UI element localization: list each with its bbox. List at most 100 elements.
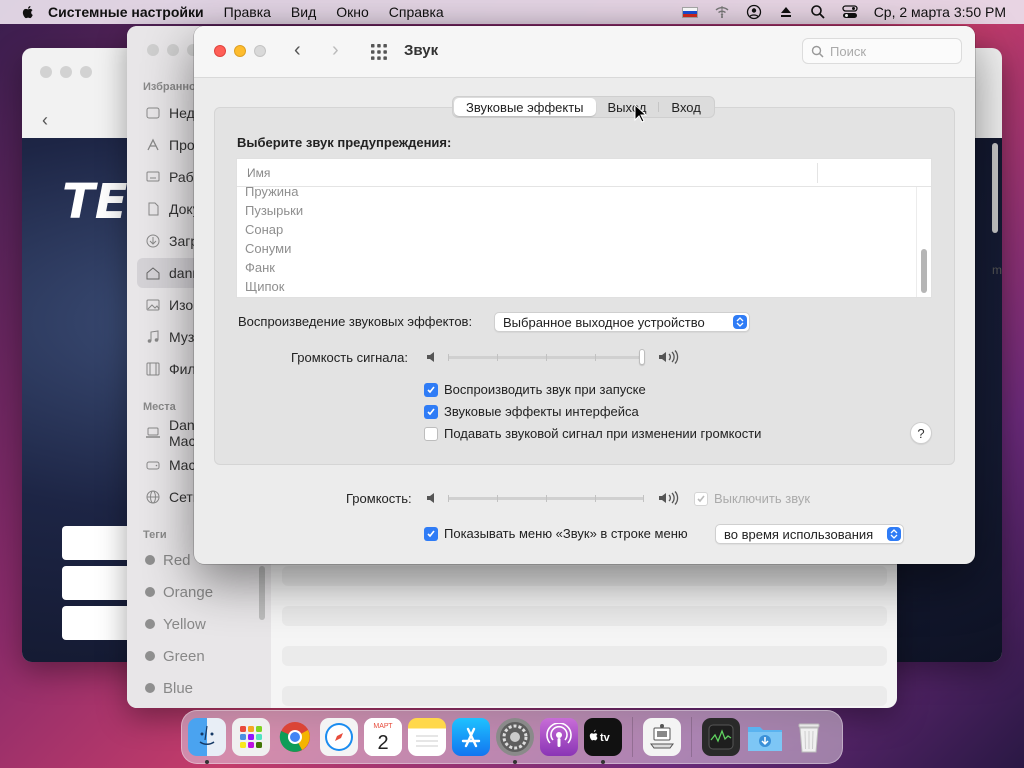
checkbox-checked-icon[interactable]	[424, 404, 438, 419]
list-header-label: Имя	[247, 165, 271, 180]
dock-calendar-icon[interactable]: МАРТ 2	[364, 718, 402, 756]
dock-app-store-icon[interactable]	[452, 718, 490, 756]
dock-downloads-folder-icon[interactable]	[746, 718, 784, 756]
slider-knob[interactable]	[639, 349, 645, 365]
bg-side-letter: m	[992, 263, 1002, 277]
sidebar-tag-blue[interactable]: Blue	[137, 673, 267, 703]
slider-tick	[497, 495, 498, 502]
list-scroll-track	[916, 187, 917, 297]
list-item[interactable]: Щипок	[237, 277, 931, 296]
tag-dot-icon	[145, 587, 155, 597]
list-item[interactable]: Фанк	[237, 258, 931, 277]
tab-output[interactable]: Выход	[596, 98, 659, 116]
sidebar-tag-green[interactable]: Green	[137, 641, 267, 671]
spotlight-search-icon[interactable]	[810, 4, 826, 20]
dock-apple-tv-icon[interactable]: tv	[584, 718, 622, 764]
back-chevron-icon[interactable]: ‹	[294, 40, 301, 60]
checkbox-label: Подавать звуковой сигнал при изменении г…	[444, 426, 762, 441]
menu-bar: Системные настройки Правка Вид Окно Спра…	[0, 0, 1024, 24]
menu-app-name[interactable]: Системные настройки	[48, 4, 204, 20]
zoom-window-button[interactable]	[254, 45, 266, 57]
list-header-name[interactable]: Имя	[237, 159, 931, 187]
film-icon	[145, 361, 161, 377]
search-field[interactable]: Поиск	[802, 38, 962, 64]
globe-icon	[145, 489, 161, 505]
output-volume-slider[interactable]	[448, 488, 644, 508]
volume-feedback-checkbox[interactable]: Подавать звуковой сигнал при изменении г…	[424, 426, 761, 441]
playback-device-label: Воспроизведение звуковых эффектов:	[238, 314, 473, 329]
forward-chevron-icon[interactable]: ›	[332, 40, 339, 60]
checkbox-unchecked-icon[interactable]	[424, 426, 438, 441]
list-item[interactable]: Сонар	[237, 220, 931, 239]
dock-system-preferences-icon[interactable]	[496, 718, 534, 764]
help-button[interactable]: ?	[910, 422, 932, 444]
music-note-icon	[145, 329, 161, 345]
checkbox-checked-icon[interactable]	[694, 491, 708, 506]
sidebar-tag-orange[interactable]: Orange	[137, 577, 267, 607]
list-item[interactable]: Сонуми	[237, 239, 931, 258]
apple-menu-icon[interactable]	[20, 4, 36, 20]
dock-activity-monitor-icon[interactable]	[702, 718, 740, 756]
tag-label: Orange	[163, 583, 214, 601]
alert-sound-list[interactable]: Имя Пружина Пузырьки Сонар Сонуми Фанк Щ…	[236, 158, 932, 298]
places-title: Места	[143, 401, 176, 413]
tab-input[interactable]: Вход	[659, 98, 712, 116]
laptop-icon	[145, 425, 161, 441]
menu-edit[interactable]: Правка	[224, 4, 271, 20]
eject-icon[interactable]	[778, 4, 794, 20]
bg-window-controls	[40, 66, 92, 78]
home-icon	[145, 265, 161, 281]
control-center-icon[interactable]	[842, 4, 858, 20]
tv-label: tv	[600, 732, 611, 744]
calendar-month: МАРТ	[373, 723, 393, 730]
input-source-flag-icon[interactable]	[681, 6, 698, 18]
show-all-grid-icon[interactable]	[370, 43, 388, 61]
download-icon	[145, 233, 161, 249]
list-item[interactable]: Пружина	[237, 187, 931, 201]
list-item[interactable]: Пузырьки	[237, 201, 931, 220]
user-account-icon[interactable]	[746, 4, 762, 20]
finder-sidebar-scrollbar[interactable]	[259, 566, 265, 620]
menu-window[interactable]: Окно	[336, 4, 369, 20]
dock-launchpad-icon[interactable]	[232, 718, 270, 756]
bg-scrollbar[interactable]	[992, 143, 998, 233]
close-window-button[interactable]	[214, 45, 226, 57]
tag-dot-icon	[145, 651, 155, 661]
checkbox-checked-icon[interactable]	[424, 526, 438, 541]
popup-stepper-icon	[887, 527, 901, 541]
menu-help[interactable]: Справка	[389, 4, 444, 20]
sidebar-tag-yellow[interactable]: Yellow	[137, 609, 267, 639]
slider-tick	[643, 495, 644, 502]
checkbox-label: Звуковые эффекты интерфейса	[444, 404, 639, 419]
show-sound-in-menubar-checkbox[interactable]: Показывать меню «Звук» в строке меню	[424, 526, 688, 541]
tab-sound-effects[interactable]: Звуковые эффекты	[454, 98, 596, 116]
clock-icon	[145, 105, 161, 121]
dock-safari-icon[interactable]	[320, 718, 358, 756]
dock-podcasts-icon[interactable]	[540, 718, 578, 756]
ui-sound-effects-checkbox[interactable]: Звуковые эффекты интерфейса	[424, 404, 639, 419]
menu-view[interactable]: Вид	[291, 4, 316, 20]
playback-device-popup[interactable]: Выбранное выходное устройство	[494, 312, 750, 332]
startup-sound-checkbox[interactable]: Воспроизводить звук при запуске	[424, 382, 646, 397]
dock-notes-icon[interactable]	[408, 718, 446, 756]
photo-icon	[145, 297, 161, 313]
mute-checkbox[interactable]: Выключить звук	[694, 491, 810, 506]
output-volume-label: Громкость:	[346, 491, 412, 506]
popup-value: во время использования	[724, 526, 874, 542]
bg-back-arrow-icon[interactable]: ‹	[42, 110, 48, 131]
tag-label: Red	[163, 551, 191, 569]
checkbox-checked-icon[interactable]	[424, 382, 438, 397]
wifi-off-icon[interactable]	[714, 4, 730, 20]
dock-finder-icon[interactable]	[188, 718, 226, 764]
running-indicator	[205, 760, 209, 764]
dock-preview-app-icon[interactable]	[643, 718, 681, 756]
list-scrollbar[interactable]	[921, 249, 927, 293]
calendar-day: 2	[377, 732, 388, 754]
alert-volume-slider[interactable]	[448, 347, 645, 367]
menu-clock[interactable]: Ср, 2 марта 3:50 PM	[874, 4, 1006, 20]
show-in-menubar-popup[interactable]: во время использования	[715, 524, 904, 544]
minimize-window-button[interactable]	[234, 45, 246, 57]
dock-trash-icon[interactable]	[790, 718, 828, 756]
tag-dot-icon	[145, 619, 155, 629]
dock-chrome-icon[interactable]	[276, 718, 314, 756]
